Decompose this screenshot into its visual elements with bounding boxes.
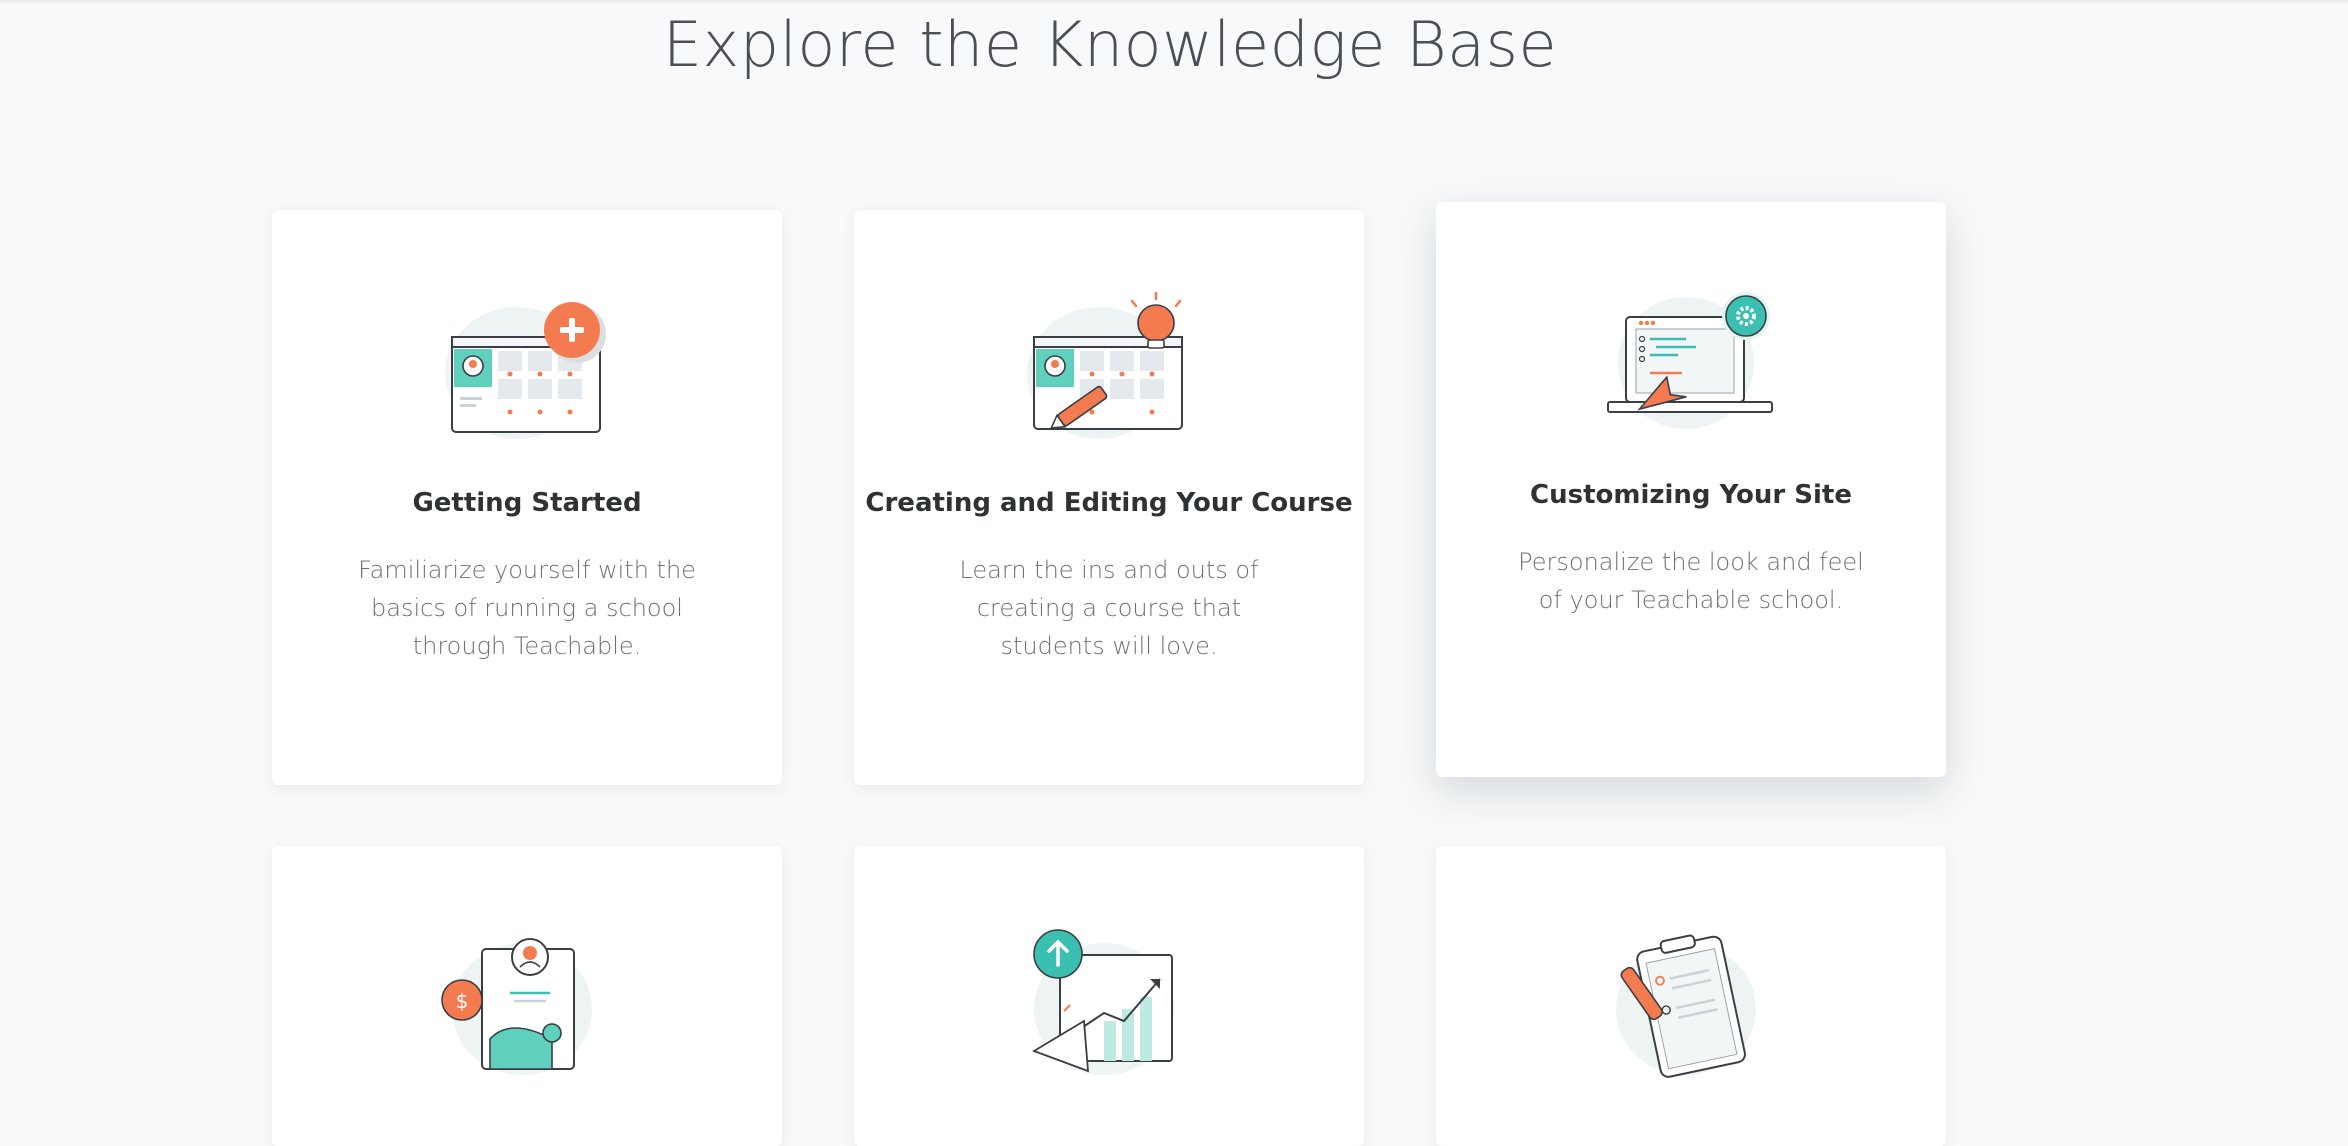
clipboard-edit-icon: [1616, 934, 1756, 1078]
card-marketing[interactable]: [854, 846, 1364, 1146]
card-customizing-site[interactable]: Customizing Your Site Personalize the lo…: [1436, 202, 1946, 777]
card-student-payments[interactable]: $: [272, 846, 782, 1146]
student-payment-icon: $: [441, 938, 592, 1075]
course-editor-lightbulb-icon: [1027, 291, 1183, 439]
card-description: Familiarize yourself with the basics of …: [358, 556, 696, 660]
card-title: Customizing Your Site: [1530, 480, 1852, 510]
card-creating-editing-course[interactable]: Creating and Editing Your Course Learn t…: [854, 210, 1364, 785]
card-description: Personalize the look and feel of your Te…: [1518, 548, 1864, 614]
card-clipboard[interactable]: [1436, 846, 1946, 1146]
svg-text:$: $: [456, 989, 469, 1013]
card-description: Learn the ins and outs of creating a cou…: [959, 556, 1259, 660]
top-divider: [0, 0, 2348, 3]
laptop-settings-icon: [1607, 292, 1773, 429]
card-getting-started[interactable]: Getting Started Familiarize yourself wit…: [272, 210, 782, 785]
marketing-growth-icon: [1031, 929, 1174, 1075]
card-title: Getting Started: [412, 488, 642, 518]
card-title: Creating and Editing Your Course: [865, 488, 1353, 518]
page-title: Explore the Knowledge Base: [662, 8, 1558, 81]
course-dashboard-plus-icon: [445, 302, 606, 439]
